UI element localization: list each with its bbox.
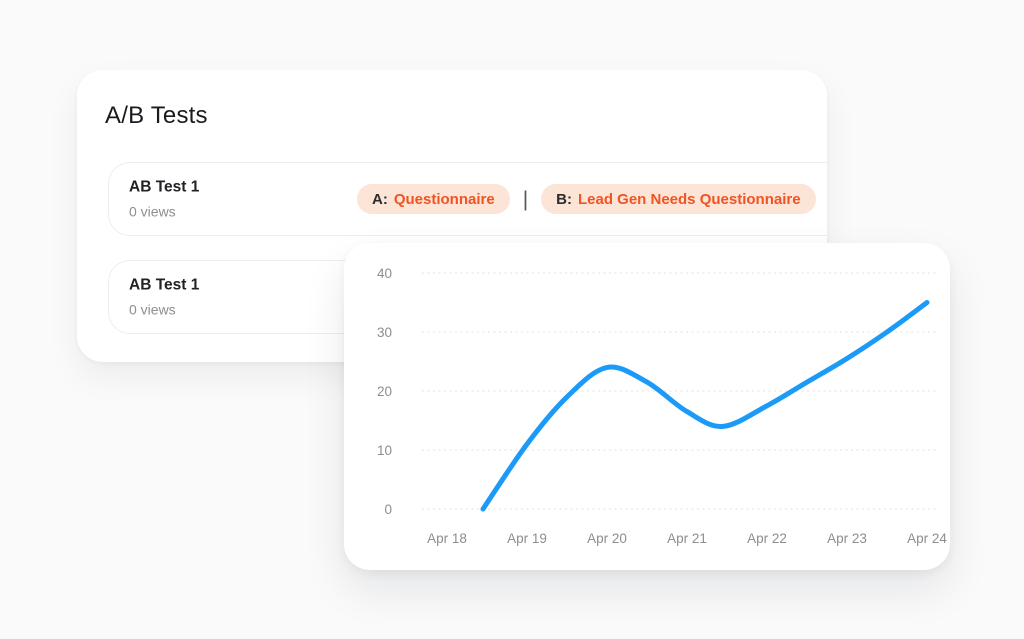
x-tick-label: Apr 23 [827,531,867,546]
test-views: 0 views [129,204,199,220]
page-title: A/B Tests [105,102,827,130]
page-background: A/B Tests AB Test 1 0 views A: Questionn… [0,0,1024,639]
x-tick-label: Apr 19 [507,531,547,546]
variant-a-label: Questionnaire [394,191,495,208]
variant-a-badge[interactable]: A: Questionnaire [357,184,510,214]
y-tick-label: 40 [377,266,392,281]
variant-b-label: Lead Gen Needs Questionnaire [578,191,801,208]
variant-b-prefix: B: [556,191,572,208]
x-tick-label: Apr 18 [427,531,467,546]
variant-badges: A: Questionnaire | B: Lead Gen Needs Que… [357,184,816,214]
test-views: 0 views [129,302,199,318]
test-info: AB Test 1 0 views [129,179,199,220]
test-name: AB Test 1 [129,179,199,197]
views-line-chart: 0 10 20 30 40 Apr 18 Apr 19 Apr 20 Apr 21 Apr 22 A… [344,243,950,570]
y-tick-label: 20 [377,384,392,399]
chart-line [483,303,927,510]
x-tick-label: Apr 20 [587,531,627,546]
y-tick-label: 30 [377,325,392,340]
ab-test-row[interactable]: AB Test 1 0 views A: Questionnaire | B: … [108,162,827,236]
variant-b-badge[interactable]: B: Lead Gen Needs Questionnaire [541,184,815,214]
variant-a-prefix: A: [372,191,388,208]
y-tick-label: 10 [377,443,392,458]
y-tick-label: 0 [384,502,392,517]
test-name: AB Test 1 [129,277,199,295]
x-tick-label: Apr 21 [667,531,707,546]
test-info: AB Test 1 0 views [129,277,199,318]
x-tick-label: Apr 22 [747,531,787,546]
x-tick-label: Apr 24 [907,531,947,546]
badge-separator: | [523,189,528,210]
chart-card: 0 10 20 30 40 Apr 18 Apr 19 Apr 20 Apr 21 Apr 22 A… [344,243,950,570]
